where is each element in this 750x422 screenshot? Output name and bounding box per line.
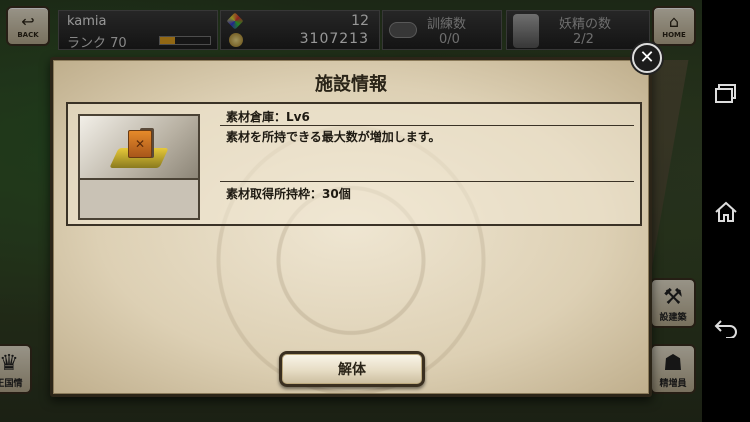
divider bbox=[220, 181, 634, 182]
facility-image-frame: ✕ bbox=[78, 114, 200, 220]
facility-info-dialog: 施設情報 ✕ 素材倉庫：Lv6 素材を所持できる最大数が増加します。 素材取得所… bbox=[50, 57, 652, 397]
nav-back-icon bbox=[714, 320, 737, 338]
close-icon: ✕ bbox=[639, 47, 655, 68]
close-button[interactable]: ✕ bbox=[632, 43, 662, 73]
divider bbox=[220, 125, 634, 126]
dismantle-button[interactable]: 解体 bbox=[279, 351, 425, 387]
facility-capacity: 素材取得所持枠：30個 bbox=[226, 187, 351, 201]
dialog-title: 施設情報 bbox=[315, 74, 387, 95]
recent-apps-icon bbox=[715, 84, 736, 103]
facility-info-box: ✕ 素材倉庫：Lv6 素材を所持できる最大数が増加します。 素材取得所持枠：30… bbox=[66, 102, 642, 226]
recent-apps-button[interactable] bbox=[712, 80, 740, 108]
nav-home-button[interactable] bbox=[712, 198, 740, 226]
facility-name: 素材倉庫：Lv6 bbox=[226, 110, 310, 124]
storage-building-icon: ✕ bbox=[80, 116, 198, 180]
nav-home-icon bbox=[715, 201, 737, 222]
android-nav-bar bbox=[702, 0, 750, 422]
nav-back-button[interactable] bbox=[712, 314, 740, 342]
facility-description: 素材を所持できる最大数が増加します。 bbox=[226, 130, 441, 144]
